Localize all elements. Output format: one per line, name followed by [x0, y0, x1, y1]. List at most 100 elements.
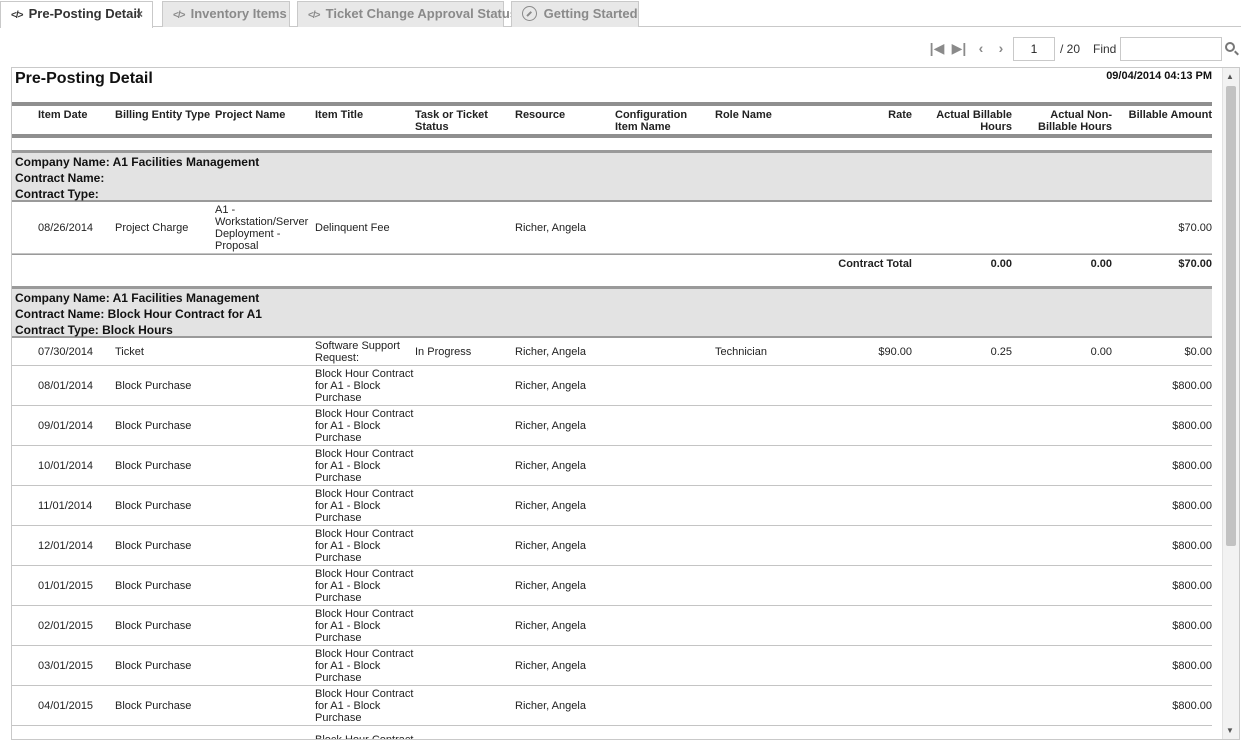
tab-inventory-items[interactable]: </> Inventory Items	[162, 1, 290, 27]
cell-resource: Richer, Angela	[515, 380, 586, 392]
cell-resource: Richer, Angela	[515, 346, 586, 358]
table-row: 08/26/2014 Project Charge A1 - Workstation…	[12, 202, 1212, 254]
find-label: Find	[1093, 42, 1117, 56]
group-header: Company Name: A1 Facilities Management Co…	[12, 286, 1212, 338]
cell-amount: $800.00	[1172, 660, 1212, 672]
cell-resource: Richer, Angela	[515, 580, 586, 592]
previous-page-icon[interactable]: ‹	[973, 40, 989, 56]
cell-type: Block Purchase	[115, 660, 192, 672]
contract-total-row: Contract Total 0.00 0.00 $70.00	[12, 254, 1212, 282]
cell-role: Technician	[715, 346, 767, 358]
column-header: Item Date	[38, 109, 88, 121]
table-row: 04/01/2015 Block Purchase Block Hour Contr…	[12, 686, 1212, 726]
arrow-circle-icon	[522, 6, 537, 21]
total-label: Contract Total	[838, 258, 912, 270]
cell-date: 11/01/2014	[38, 500, 93, 512]
column-header: Task or Ticket Status	[415, 109, 488, 133]
find-input[interactable]	[1120, 37, 1222, 61]
table-row: Block Hour Contract	[12, 726, 1212, 740]
table-header: Item Date Billing Entity Type Project Na…	[12, 102, 1212, 138]
cell-amount: $800.00	[1172, 420, 1212, 432]
cell-date: 07/30/2014	[38, 346, 94, 358]
cell-amount: $800.00	[1172, 540, 1212, 552]
last-page-icon[interactable]: ▶|	[951, 40, 967, 56]
cell-date: 12/01/2014	[38, 540, 94, 552]
cell-title: Delinquent Fee	[315, 222, 390, 234]
cell-amount: $800.00	[1172, 700, 1212, 712]
cell-rate: $90.00	[878, 346, 912, 358]
cell-title: Block Hour Contract for A1 - Block Purch…	[315, 488, 414, 524]
cell-project: A1 - Workstation/Server Deployment - Pro…	[215, 204, 309, 252]
report-title: Pre-Posting Detail	[15, 70, 153, 87]
page-number-input[interactable]	[1013, 37, 1055, 61]
cell-type: Block Purchase	[115, 540, 192, 552]
total-billable: 0.00	[990, 258, 1012, 270]
scrollbar-thumb[interactable]	[1226, 86, 1236, 546]
column-header: Resource	[515, 109, 566, 121]
column-header: Billing Entity Type	[115, 109, 211, 121]
cell-date: 10/01/2014	[38, 460, 94, 472]
cell-date: 09/01/2014	[38, 420, 94, 432]
cell-type: Block Purchase	[115, 420, 192, 432]
table-row: 09/01/2014 Block Purchase Block Hour Contr…	[12, 406, 1212, 446]
cell-type: Block Purchase	[115, 700, 192, 712]
cell-resource: Richer, Angela	[515, 420, 586, 432]
cell-title: Block Hour Contract for A1 - Block Purch…	[315, 608, 414, 644]
tab-ticket-change-approval-status[interactable]: </> Ticket Change Approval Status	[297, 1, 517, 27]
tab-label: Inventory Items	[190, 6, 287, 21]
report-date: 09/04/2014 04:13 PM	[1106, 70, 1212, 82]
cell-title: Block Hour Contract for A1 - Block Purch…	[315, 528, 414, 564]
vertical-scrollbar[interactable]: ▲ ▼	[1222, 68, 1239, 739]
table-row: 12/01/2014 Block Purchase Block Hour Contr…	[12, 526, 1212, 566]
cell-date: 08/01/2014	[38, 380, 94, 392]
code-icon: </>	[11, 10, 23, 21]
cell-resource: Richer, Angela	[515, 460, 586, 472]
cell-title: Block Hour Contract for A1 - Block Purch…	[315, 448, 414, 484]
cell-amount: $800.00	[1172, 460, 1212, 472]
scroll-up-icon[interactable]: ▲	[1226, 72, 1234, 81]
cell-nonbillable: 0.00	[1090, 346, 1112, 358]
cell-type: Block Purchase	[115, 380, 192, 392]
cell-title: Block Hour Contract for A1 - Block Purch…	[315, 368, 414, 404]
cell-amount: $800.00	[1172, 500, 1212, 512]
cell-title: Block Hour Contract for A1 - Block Purch…	[315, 648, 414, 684]
cell-resource: Richer, Angela	[515, 540, 586, 552]
cell-resource: Richer, Angela	[515, 620, 586, 632]
cell-resource: Richer, Angela	[515, 660, 586, 672]
cell-title: Software Support Request:	[315, 340, 400, 364]
cell-type: Block Purchase	[115, 620, 192, 632]
column-header: Project Name	[215, 109, 286, 121]
code-icon: </>	[173, 10, 185, 21]
cell-amount: $800.00	[1172, 620, 1212, 632]
page-total: / 20	[1060, 42, 1081, 56]
cell-type: Project Charge	[115, 222, 189, 234]
column-header: Configuration Item Name	[615, 109, 688, 133]
tab-getting-started[interactable]: Getting Started	[511, 1, 639, 27]
column-header: Actual Non-Billable Hours	[1038, 109, 1112, 133]
code-icon: </>	[308, 10, 320, 21]
tab-pre-posting-detail[interactable]: </> Pre-Posting Detail ×	[0, 1, 153, 28]
cell-title: Block Hour Contract for A1 - Block Purch…	[315, 688, 414, 724]
table-row: 02/01/2015 Block Purchase Block Hour Contr…	[12, 606, 1212, 646]
cell-title: Block Hour Contract for A1 - Block Purch…	[315, 408, 414, 444]
total-amount: $70.00	[1178, 258, 1212, 270]
cell-type: Block Purchase	[115, 580, 192, 592]
cell-date: 04/01/2015	[38, 700, 94, 712]
scroll-down-icon[interactable]: ▼	[1226, 726, 1234, 735]
close-icon[interactable]: ×	[136, 2, 143, 26]
report-viewer: Pre-Posting Detail 09/04/2014 04:13 PM I…	[11, 67, 1240, 740]
cell-type: Ticket	[115, 346, 144, 358]
cell-resource: Richer, Angela	[515, 500, 586, 512]
cell-date: 08/26/2014	[38, 222, 94, 234]
next-page-icon[interactable]: ›	[993, 40, 1009, 56]
table-row: 01/01/2015 Block Purchase Block Hour Contr…	[12, 566, 1212, 606]
cell-date: 01/01/2015	[38, 580, 94, 592]
table-row: 03/01/2015 Block Purchase Block Hour Contr…	[12, 646, 1212, 686]
search-icon[interactable]	[1225, 42, 1235, 52]
column-header: Item Title	[315, 109, 364, 121]
group-contract-type: Contract Type: Block Hours	[15, 323, 173, 337]
table-row: 07/30/2014 Ticket Software Support Request…	[12, 338, 1212, 366]
cell-type: Block Purchase	[115, 500, 192, 512]
first-page-icon[interactable]: |◀	[929, 40, 945, 56]
cell-title: Block Hour Contract	[315, 734, 414, 740]
